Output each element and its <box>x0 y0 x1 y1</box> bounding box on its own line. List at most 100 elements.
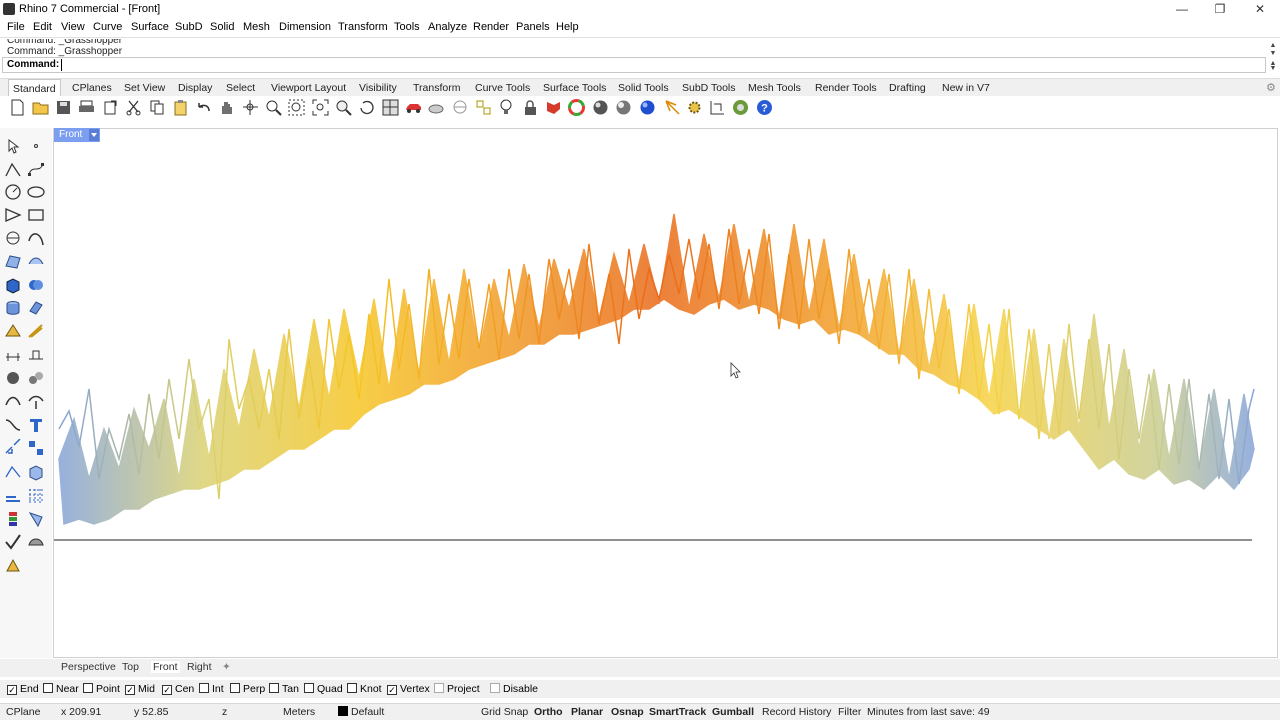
menu-tools[interactable]: Tools <box>394 21 420 33</box>
osnap-toggle[interactable]: Osnap <box>611 706 644 718</box>
fillet-icon[interactable] <box>4 229 22 247</box>
cylinder-icon[interactable] <box>4 299 22 317</box>
osnap-vertex[interactable]: ✓ Vertex <box>387 683 430 695</box>
close-icon[interactable]: ✕ <box>1240 1 1280 18</box>
arc-icon[interactable] <box>27 229 45 247</box>
tab-select[interactable]: Select <box>222 79 259 97</box>
menu-curve[interactable]: Curve <box>93 21 122 33</box>
text-tool-icon[interactable] <box>27 345 45 363</box>
osnap-cen[interactable]: ✓ Cen <box>162 683 194 695</box>
paste-icon[interactable] <box>172 99 189 116</box>
array-icon[interactable] <box>27 439 45 457</box>
tab-subd-tools[interactable]: SubD Tools <box>678 79 740 97</box>
paint-icon[interactable] <box>4 557 22 575</box>
status-cplane[interactable]: CPlane <box>6 706 40 718</box>
tab-drafting[interactable]: Drafting <box>885 79 930 97</box>
tab-viewport-layout[interactable]: Viewport Layout <box>267 79 350 97</box>
planar-toggle[interactable]: Planar <box>571 706 603 718</box>
osnap-end[interactable]: ✓ End <box>7 683 39 695</box>
polyline-icon[interactable] <box>4 160 22 178</box>
osnap-mid[interactable]: ✓ Mid <box>125 683 155 695</box>
solid-edit-icon[interactable] <box>27 463 45 481</box>
open-folder-icon[interactable] <box>32 99 49 116</box>
copy-icon[interactable] <box>149 99 166 116</box>
osnap-near[interactable]: Near <box>43 683 79 695</box>
menu-edit[interactable]: Edit <box>33 21 52 33</box>
filter-toggle[interactable]: Filter <box>838 706 861 718</box>
scroll-down-icon[interactable]: ▼ <box>1268 49 1278 59</box>
subd-icon[interactable] <box>27 322 45 340</box>
group-icon[interactable] <box>27 369 45 387</box>
osnap-project[interactable]: Project <box>434 683 480 695</box>
osnap-tan[interactable]: Tan <box>269 683 299 695</box>
gear-icon[interactable]: ⚙ <box>1266 81 1276 94</box>
osnap-knot[interactable]: Knot <box>347 683 382 695</box>
scroll-down-icon[interactable]: ▼ <box>1268 64 1278 74</box>
point-icon[interactable] <box>27 137 45 155</box>
check-icon[interactable] <box>4 533 22 551</box>
menu-file[interactable]: File <box>7 21 25 33</box>
rendered-sphere-icon[interactable] <box>639 99 656 116</box>
osnap-perp[interactable]: Perp <box>230 683 265 695</box>
tab-top[interactable]: Top <box>122 661 139 673</box>
move-icon[interactable] <box>4 439 22 457</box>
lock-icon[interactable] <box>522 99 539 116</box>
front-viewport[interactable] <box>53 128 1278 658</box>
tab-curve-tools[interactable]: Curve Tools <box>471 79 534 97</box>
lightbulb-icon[interactable] <box>498 99 515 116</box>
join-icon[interactable] <box>4 416 22 434</box>
smarttrack-toggle[interactable]: SmartTrack <box>649 706 706 718</box>
circle-icon[interactable] <box>4 183 22 201</box>
tab-front[interactable]: Front <box>151 661 180 673</box>
dimension-tool-icon[interactable] <box>4 345 22 363</box>
menu-help[interactable]: Help <box>556 21 579 33</box>
menu-view[interactable]: View <box>61 21 85 33</box>
color-wheel-icon[interactable] <box>568 99 585 116</box>
tab-display[interactable]: Display <box>174 79 216 97</box>
sub-object-icon[interactable] <box>428 99 445 116</box>
edit-points-icon[interactable] <box>4 463 22 481</box>
zoom-selected-icon[interactable] <box>335 99 352 116</box>
box-icon[interactable] <box>4 276 22 294</box>
menu-solid[interactable]: Solid <box>210 21 234 33</box>
gumball-toggle[interactable]: Gumball <box>712 706 754 718</box>
surface-icon[interactable] <box>4 252 22 270</box>
extrude-icon[interactable] <box>27 299 45 317</box>
grid-snap-toggle[interactable]: Grid Snap <box>481 706 528 718</box>
menu-transform[interactable]: Transform <box>338 21 388 33</box>
tab-mesh-tools[interactable]: Mesh Tools <box>744 79 805 97</box>
rotate-view-icon[interactable] <box>242 99 259 116</box>
print-icon[interactable] <box>78 99 95 116</box>
menu-surface[interactable]: Surface <box>131 21 169 33</box>
export-icon[interactable] <box>102 99 119 116</box>
options-gear-icon[interactable] <box>686 99 703 116</box>
grid-array-icon[interactable] <box>27 487 45 505</box>
tab-right[interactable]: Right <box>187 661 212 673</box>
select-arrow-icon[interactable] <box>4 137 22 155</box>
add-viewport-tab-icon[interactable]: ✦ <box>222 661 231 673</box>
record-history-toggle[interactable]: Record History <box>762 706 831 718</box>
material-icon[interactable] <box>545 99 562 116</box>
menu-mesh[interactable]: Mesh <box>243 21 270 33</box>
help-icon[interactable]: ? <box>756 99 773 116</box>
osnap-point[interactable]: Point <box>83 683 120 695</box>
render-icon[interactable] <box>664 99 681 116</box>
viewport-menu-icon[interactable] <box>89 129 99 141</box>
wireframe-sphere-icon[interactable] <box>592 99 609 116</box>
menu-render[interactable]: Render <box>473 21 509 33</box>
shaded-sphere-icon[interactable] <box>615 99 632 116</box>
osnap-quad[interactable]: Quad <box>304 683 343 695</box>
tab-perspective[interactable]: Perspective <box>61 661 116 673</box>
menu-analyze[interactable]: Analyze <box>428 21 467 33</box>
zoom-icon[interactable] <box>265 99 282 116</box>
plugin-globe-icon[interactable] <box>732 99 749 116</box>
blend-icon[interactable] <box>27 510 45 528</box>
tab-cplanes[interactable]: CPlanes <box>68 79 116 97</box>
ortho-toggle[interactable]: Ortho <box>534 706 563 718</box>
pan-hand-icon[interactable] <box>218 99 235 116</box>
status-layer[interactable]: Default <box>351 706 384 718</box>
menu-dimension[interactable]: Dimension <box>279 21 331 33</box>
tab-set-view[interactable]: Set View <box>120 79 169 97</box>
osnap-disable[interactable]: Disable <box>490 683 538 695</box>
new-file-icon[interactable] <box>9 99 26 116</box>
